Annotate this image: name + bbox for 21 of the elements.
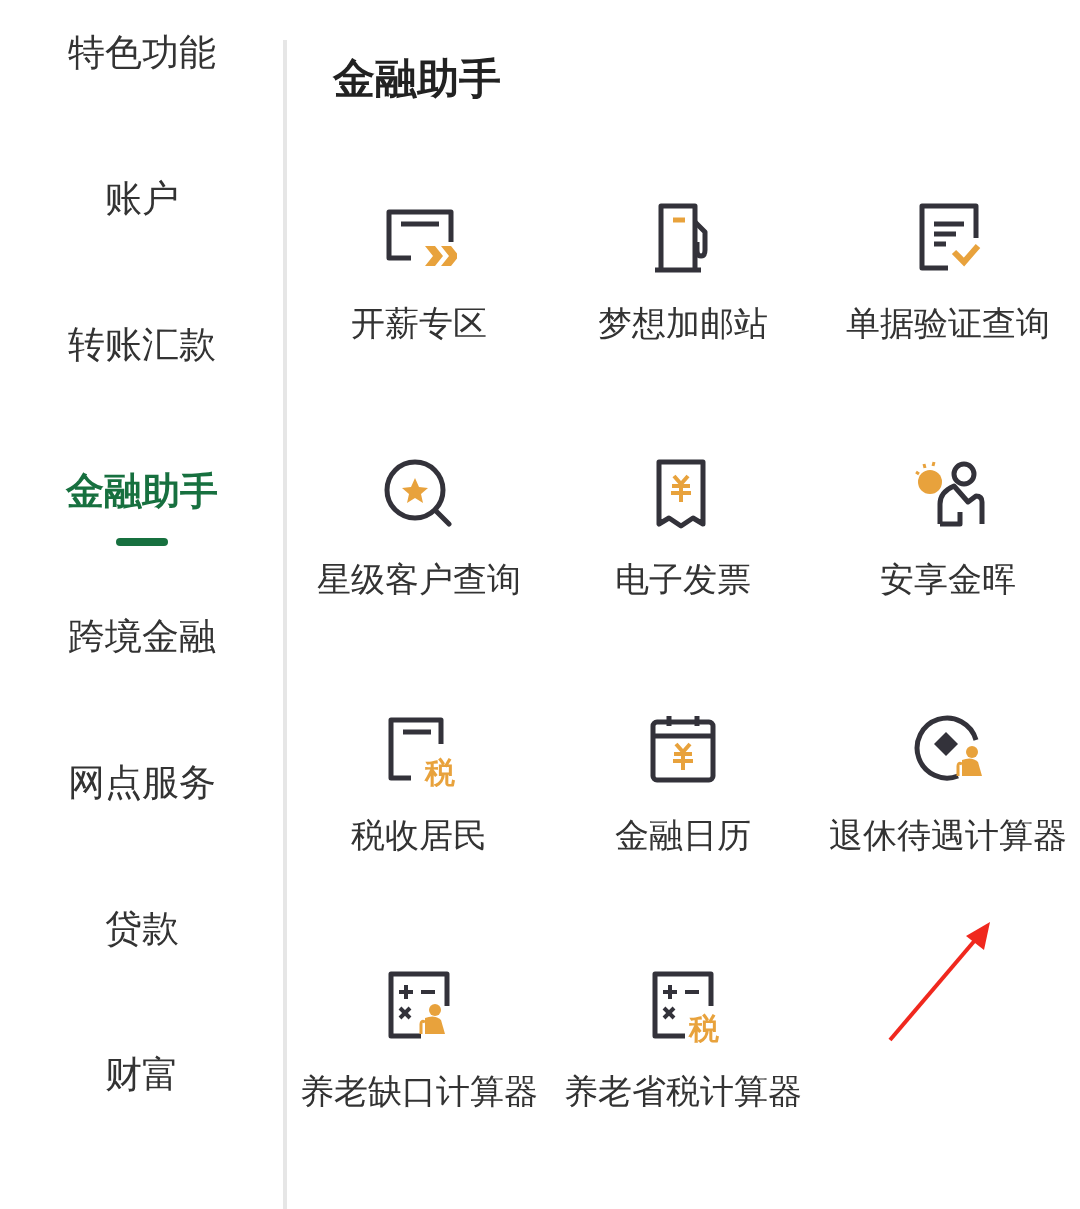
feature-item[interactable]: 税 税收居民 — [287, 712, 552, 860]
sidebar-item[interactable]: 贷款 — [104, 904, 179, 1050]
sidebar-item[interactable]: 跨境金融 — [67, 612, 216, 758]
sidebar-item[interactable]: 网点服务 — [67, 758, 216, 904]
feature-item[interactable]: 单据验证查询 — [815, 200, 1080, 348]
section-title: 金融助手 — [333, 54, 502, 104]
sidebar-item[interactable]: 金融助手 — [65, 466, 218, 612]
feature-item[interactable]: 开薪专区 — [287, 200, 552, 348]
feature-item[interactable]: 安享金晖 — [815, 456, 1080, 604]
feature-item[interactable]: 梦想加邮站 — [551, 200, 816, 348]
sidebar-item[interactable]: 财富 — [104, 1050, 179, 1196]
feature-item[interactable]: 养老缺口计算器 — [287, 968, 552, 1116]
sidebar-item[interactable]: 转账汇款 — [67, 320, 216, 466]
feature-item[interactable]: 税 养老省税计算器 — [551, 968, 816, 1116]
sidebar-item[interactable]: 特色功能 — [67, 28, 216, 174]
feature-item[interactable]: 退休待遇计算器 — [815, 712, 1080, 860]
feature-item[interactable]: 星级客户查询 — [287, 456, 552, 604]
selected-indicator — [115, 538, 168, 546]
feature-item[interactable]: 金融日历 — [551, 712, 816, 860]
feature-item[interactable]: 电子发票 — [551, 456, 816, 604]
sidebar-item[interactable]: 账户 — [104, 174, 179, 320]
